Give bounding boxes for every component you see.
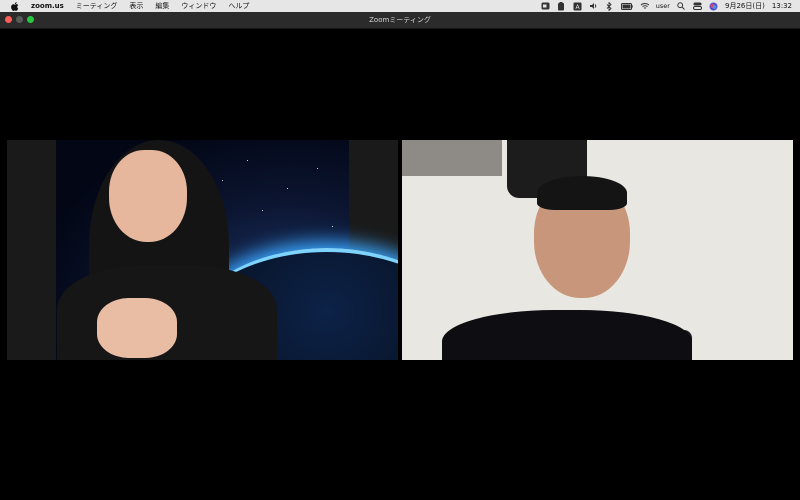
meeting-stage	[0, 29, 800, 500]
participant-hand	[97, 298, 177, 358]
menu-time[interactable]: 13:32	[772, 2, 792, 10]
zoom-button[interactable]	[27, 16, 34, 23]
wifi-icon[interactable]	[640, 2, 649, 11]
search-icon[interactable]	[677, 2, 686, 11]
input-method-icon[interactable]: A	[573, 2, 582, 11]
window-titlebar: Zoomミーティング	[0, 12, 800, 29]
menu-date[interactable]: 9月26日(日)	[725, 1, 765, 11]
menu-window[interactable]: ウィンドウ	[181, 1, 216, 11]
apple-icon[interactable]	[10, 1, 20, 11]
close-button[interactable]	[5, 16, 12, 23]
wall-items	[402, 140, 502, 176]
participant-video-left[interactable]	[7, 140, 398, 360]
window-controls	[5, 16, 34, 23]
menu-bar: zoom.us ミーティング 表示 編集 ウィンドウ ヘルプ A user 9月…	[0, 0, 800, 12]
participant-body	[442, 310, 692, 360]
menu-edit[interactable]: 編集	[155, 1, 169, 11]
participant-face	[109, 150, 187, 242]
minimize-button[interactable]	[16, 16, 23, 23]
volume-icon[interactable]	[589, 2, 598, 11]
siri-icon[interactable]	[709, 2, 718, 11]
control-center-icon[interactable]	[692, 2, 702, 11]
battery-icon[interactable]	[620, 2, 633, 11]
status-area: A user 9月26日(日) 13:32	[541, 0, 792, 12]
bluetooth-icon[interactable]	[605, 1, 614, 11]
clipboard-icon[interactable]	[557, 1, 566, 11]
participant-video-right[interactable]	[402, 140, 793, 360]
window-title: Zoomミーティング	[369, 16, 431, 24]
menu-meeting[interactable]: ミーティング	[76, 1, 118, 11]
participant-hair	[537, 176, 627, 210]
user-name[interactable]: user	[656, 2, 670, 10]
menu-help[interactable]: ヘルプ	[228, 1, 249, 11]
zoom-status-icon[interactable]	[541, 2, 550, 11]
app-menu-zoom[interactable]: zoom.us	[31, 2, 64, 10]
menu-view[interactable]: 表示	[129, 1, 143, 11]
